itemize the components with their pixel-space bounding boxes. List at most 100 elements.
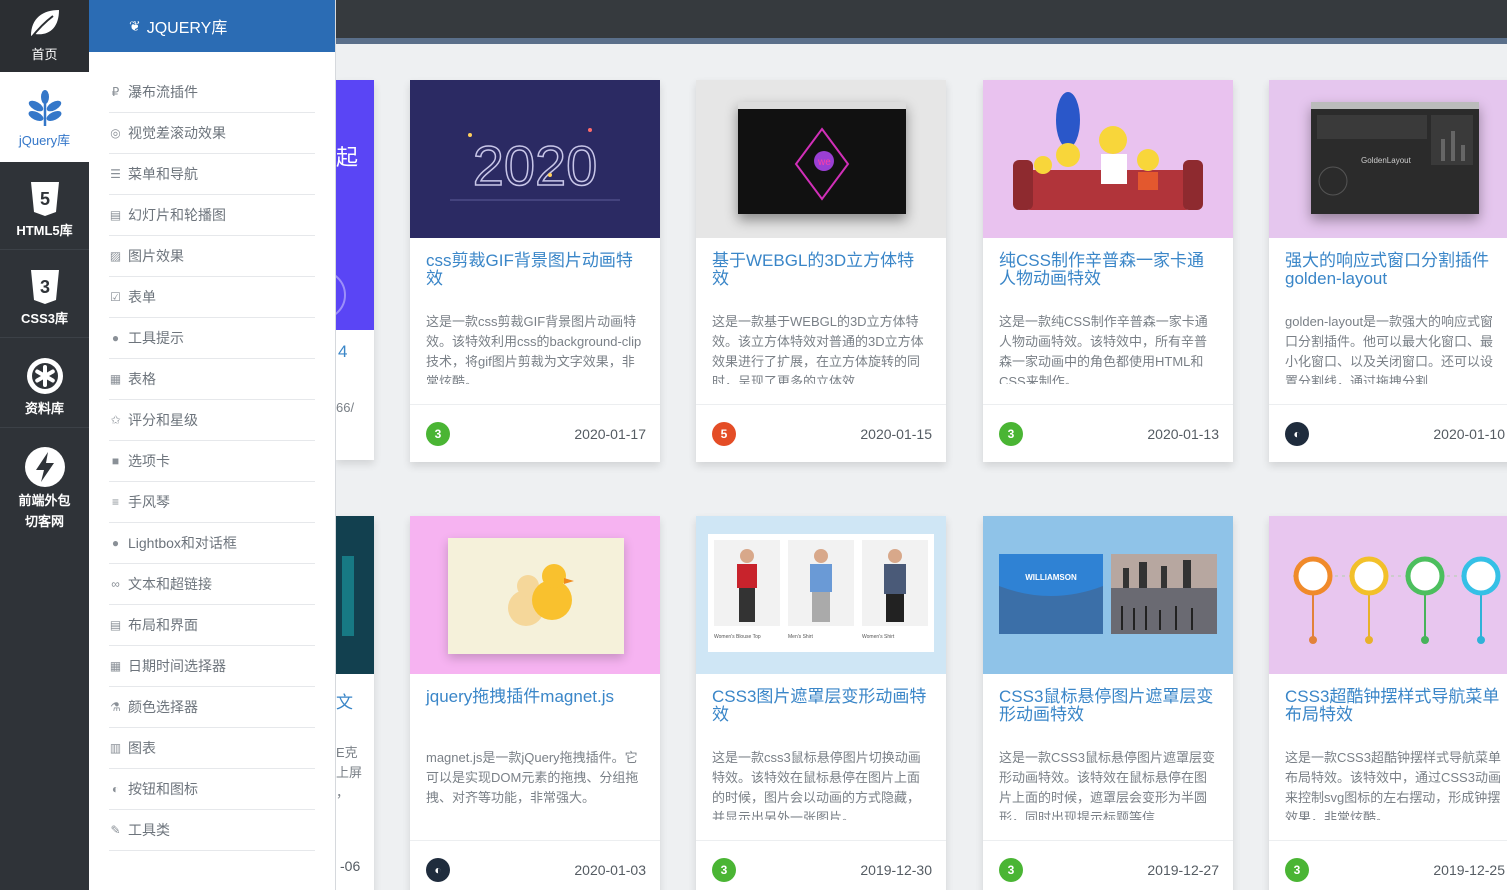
partial-text: ， — [336, 785, 350, 800]
category-item[interactable]: ■ 选项卡 — [109, 441, 315, 482]
category-item[interactable]: ☰ 菜单和导航 — [109, 154, 315, 195]
card-thumbnail[interactable] — [1269, 516, 1507, 674]
category-item[interactable]: ☑ 表单 — [109, 277, 315, 318]
category-item[interactable]: ₽ 瀑布流插件 — [109, 72, 315, 113]
list-icon: ☰ — [110, 167, 121, 181]
card-description: golden-layout是一款强大的响应式窗口分割插件。他可以最大化窗口、最小… — [1285, 314, 1494, 384]
rail-html5[interactable]: 5 HTML5库 — [0, 162, 89, 250]
html5-icon: 5 — [30, 182, 59, 216]
partial-date: -06 — [340, 858, 361, 874]
content-grid: 起 4 66/ 文 E克 上屏 ， -06 2020 css剪裁GIF背景图片动… — [336, 44, 1507, 890]
card-thumbnail[interactable]: Women's Blouse Top Men's Shirt Women's S… — [696, 516, 946, 674]
category-item[interactable]: ▨ 图片效果 — [109, 236, 315, 277]
eye-icon: ◎ — [110, 126, 121, 140]
card-thumbnail[interactable]: WILLIAMSON — [983, 516, 1233, 674]
card-title[interactable]: CSS3图片遮罩层变形动画特效 — [696, 674, 946, 732]
rail-jquery-label: jQuery库 — [18, 133, 71, 148]
card-thumbnail[interactable] — [983, 80, 1233, 238]
card-thumbnail[interactable] — [410, 516, 660, 674]
category-item[interactable]: ▦ 日期时间选择器 — [109, 646, 315, 687]
card-title[interactable]: 纯CSS制作辛普森一家卡通人物动画特效 — [983, 238, 1233, 296]
category-item[interactable]: ◐ 按钮和图标 — [109, 769, 315, 810]
category-list: ₽ 瀑布流插件 ◎ 视觉差滚动效果 ☰ 菜单和导航 ▤ 幻灯片和轮播图 ▨ 图片效果 ☑ 表… — [89, 72, 335, 851]
rail-qianduan[interactable]: 前端外包 切客网 — [0, 428, 89, 538]
partial-text: 起 — [336, 145, 359, 170]
css3-icon: 3 — [1285, 857, 1309, 882]
panel-header[interactable]: ❦ JQUERY库 — [89, 0, 335, 52]
svg-text:we: we — [817, 157, 831, 168]
css3-icon: 3 — [30, 270, 59, 304]
flask-icon: ⚗ — [110, 700, 121, 714]
card-thumbnail[interactable]: GoldenLayout — [1269, 80, 1507, 238]
plugin-card[interactable]: jquery拖拽插件magnet.js magnet.js是一款jQuery拖拽… — [410, 516, 660, 890]
rail-home[interactable]: 首页 — [0, 0, 89, 72]
category-item[interactable]: ▤ 布局和界面 — [109, 605, 315, 646]
rail-html5-label: HTML5库 — [16, 223, 73, 238]
category-item[interactable]: ● 工具提示 — [109, 318, 315, 359]
rail-home-label: 首页 — [31, 47, 58, 62]
partial-thumb: 起 — [336, 80, 374, 330]
css3-icon: 3 — [999, 421, 1023, 446]
wrench-icon: ✎ — [110, 823, 121, 837]
rail-css3[interactable]: 3 CSS3库 — [0, 250, 89, 338]
link-icon: ∞ — [111, 577, 120, 591]
category-item[interactable]: ✩ 评分和星级 — [109, 400, 315, 441]
category-item[interactable]: ≡ 手风琴 — [109, 482, 315, 523]
card-title[interactable]: CSS3超酷钟摆样式导航菜单布局特效 — [1269, 674, 1507, 732]
plugin-card[interactable]: GoldenLayout 强大的响应式窗口分割插件golden-layout g… — [1269, 80, 1507, 462]
category-item[interactable]: ∞ 文本和超链接 — [109, 564, 315, 605]
category-item[interactable]: ⚗ 颜色选择器 — [109, 687, 315, 728]
category-label: 表单 — [128, 289, 156, 305]
card-title[interactable]: css剪裁GIF背景图片动画特效 — [410, 238, 660, 296]
plugin-card[interactable]: we 基于WEBGL的3D立方体特效 这是一款基于WEBGL的3D立方体特效。该… — [696, 80, 946, 462]
card-footer: ◐ 2020-01-10 — [1269, 404, 1507, 462]
card-description: 这是一款CSS3鼠标悬停图片遮罩层变形动画特效。该特效在鼠标悬停在图片上面的时候… — [999, 750, 1215, 820]
card-title[interactable]: jquery拖拽插件magnet.js — [410, 674, 660, 732]
decor-bar — [342, 556, 354, 636]
thumb-caption: Women's Shirt — [862, 634, 895, 640]
card-title[interactable]: CSS3鼠标悬停图片遮罩层变形动画特效 — [983, 674, 1233, 732]
card-title[interactable]: 强大的响应式窗口分割插件golden-layout — [1269, 238, 1507, 296]
plugin-card[interactable]: CSS3超酷钟摆样式导航菜单布局特效 这是一款CSS3超酷钟摆样式导航菜单布局特… — [1269, 516, 1507, 890]
rail-jquery[interactable]: jQuery库 — [0, 72, 89, 162]
category-label: 菜单和导航 — [128, 166, 198, 182]
category-item[interactable]: ✎ 工具类 — [109, 810, 315, 851]
card-footer: 3 2020-01-13 — [983, 404, 1233, 462]
category-item[interactable]: ● Lightbox和对话框 — [109, 523, 315, 564]
category-item[interactable]: ▥ 图表 — [109, 728, 315, 769]
card-footer: 3 2019-12-30 — [696, 840, 946, 890]
left-rail: 首页 jQuery库 5 HTML5库 3 CSS3库 资料库 前端外包 切客网 — [0, 0, 89, 890]
plugin-card[interactable]: 2020 css剪裁GIF背景图片动画特效 这是一款css剪裁GIF背景图片动画… — [410, 80, 660, 462]
card-thumbnail[interactable]: 2020 — [410, 80, 660, 238]
jquery-icon: ◐ — [1285, 421, 1309, 446]
image-icon: ▨ — [109, 249, 122, 263]
card-thumbnail[interactable]: we — [696, 80, 946, 238]
category-label: 图表 — [128, 740, 156, 756]
partial-text: E克 — [336, 745, 358, 760]
category-item[interactable]: ◎ 视觉差滚动效果 — [109, 113, 315, 154]
card-title[interactable]: 基于WEBGL的3D立方体特效 — [696, 238, 946, 296]
thumb-window: GoldenLayout — [1311, 102, 1479, 214]
category-item[interactable]: ▤ 幻灯片和轮播图 — [109, 195, 315, 236]
sprout-icon — [28, 90, 61, 126]
partial-thumb — [336, 516, 374, 674]
asterisk-icon — [26, 358, 63, 394]
thumb-year: 2020 — [473, 134, 598, 197]
card-footer: 3 2019-12-25 — [1269, 840, 1507, 890]
thumb-simpsons-art — [1013, 92, 1203, 210]
plugin-card[interactable]: 纯CSS制作辛普森一家卡通人物动画特效 这是一款纯CSS制作辛普森一家卡通人物动… — [983, 80, 1233, 462]
partial-card[interactable]: 起 4 66/ — [336, 80, 374, 460]
category-item[interactable]: ▦ 表格 — [109, 359, 315, 400]
card-footer: 3 2020-01-17 — [410, 404, 660, 462]
plugin-card[interactable]: WILLIAMSON CSS3鼠标悬停图片遮罩层变形动画特效 这是一款CSS3鼠… — [983, 516, 1233, 890]
partial-card[interactable]: 文 E克 上屏 ， -06 — [336, 516, 374, 890]
rail-ziliao[interactable]: 资料库 — [0, 338, 89, 428]
film-icon: ▤ — [109, 208, 122, 222]
thumb-goldenlayout: GoldenLayout — [1361, 156, 1412, 165]
plugin-card[interactable]: Women's Blouse Top Men's Shirt Women's S… — [696, 516, 946, 890]
card-footer: 3 2019-12-27 — [983, 840, 1233, 890]
comments-icon: ● — [111, 536, 120, 550]
check-square-icon: ☑ — [110, 290, 121, 304]
thumb-williamson-art: WILLIAMSON — [999, 554, 1217, 634]
decor-circle — [336, 270, 346, 320]
